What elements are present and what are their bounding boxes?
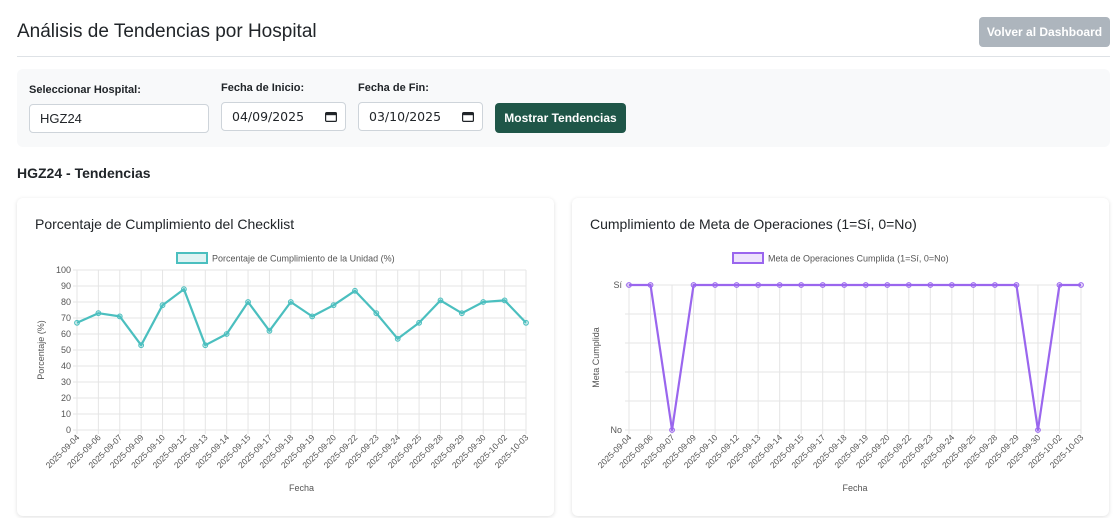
y-tick-label: 80	[61, 297, 71, 307]
checklist-chart-card: Porcentaje de Cumplimiento del Checklist…	[17, 198, 554, 516]
end-date-value: 03/10/2025	[369, 109, 442, 124]
data-point	[798, 282, 805, 288]
y-tick-label: 30	[61, 377, 71, 387]
end-date-label: Fecha de Fin:	[358, 82, 429, 94]
data-point	[1078, 282, 1084, 288]
start-date-label: Fecha de Inicio:	[221, 82, 305, 94]
data-point	[523, 319, 529, 326]
y-tick-label: 60	[61, 329, 71, 339]
data-point	[458, 310, 465, 317]
legend-label: Meta de Operaciones Cumplida (1=Sí, 0=No…	[768, 254, 949, 264]
data-point	[819, 282, 826, 288]
data-point	[1056, 282, 1063, 288]
y-tick-label: 100	[56, 265, 71, 275]
data-point	[74, 319, 80, 326]
data-point	[416, 319, 422, 326]
data-point	[138, 342, 145, 349]
data-point	[626, 282, 632, 288]
data-point	[647, 282, 654, 288]
series-line	[629, 283, 1081, 432]
y-axis-title: Meta Cumplida	[591, 327, 601, 388]
calendar-icon[interactable]	[325, 111, 337, 122]
data-point	[394, 335, 401, 342]
data-point	[1035, 427, 1041, 433]
start-date-input[interactable]: 04/09/2025	[221, 102, 346, 131]
data-point	[927, 282, 934, 288]
data-point	[755, 282, 762, 288]
show-trends-button[interactable]: Mostrar Tendencias	[495, 103, 626, 133]
data-point	[884, 282, 891, 288]
y-tick-label: 0	[66, 425, 71, 435]
x-axis-title: Fecha	[842, 483, 867, 493]
data-point	[501, 297, 508, 304]
data-point	[309, 313, 316, 320]
data-point	[669, 427, 675, 433]
data-point	[245, 299, 251, 305]
data-point	[437, 297, 444, 304]
data-point	[116, 313, 123, 320]
start-date-value: 04/09/2025	[232, 109, 305, 124]
data-point	[690, 282, 697, 288]
data-point	[223, 331, 230, 337]
data-point	[905, 282, 912, 288]
data-point	[1013, 282, 1020, 288]
chart-legend: Meta de Operaciones Cumplida (1=Sí, 0=No…	[732, 252, 949, 264]
y-tick-label: 40	[61, 361, 71, 371]
y-tick-label: No	[610, 425, 622, 435]
data-point	[287, 299, 294, 305]
data-point	[733, 282, 740, 288]
data-point	[841, 282, 848, 288]
data-point	[181, 286, 187, 293]
hospital-input[interactable]: HGZ24	[29, 104, 209, 133]
y-tick-label: 20	[61, 393, 71, 403]
series-line	[76, 288, 527, 347]
data-point	[862, 282, 869, 288]
hospital-input-value: HGZ24	[40, 111, 82, 126]
y-axis-title: Porcentaje (%)	[36, 320, 46, 380]
data-point	[352, 287, 358, 294]
filter-panel: Seleccionar Hospital: HGZ24 Fecha de Ini…	[17, 69, 1110, 147]
operations-chart: Meta de Operaciones Cumplida (1=Sí, 0=No…	[591, 252, 1086, 493]
hospital-label: Seleccionar Hospital:	[29, 84, 141, 96]
data-point	[202, 342, 209, 349]
x-axis-title: Fecha	[289, 483, 314, 493]
data-point	[373, 310, 380, 317]
page-title: Análisis de Tendencias por Hospital	[17, 21, 317, 42]
section-title: HGZ24 - Tendencias	[17, 165, 151, 181]
legend-label: Porcentaje de Cumplimiento de la Unidad …	[212, 254, 395, 264]
checklist-chart: Porcentaje de Cumplimiento de la Unidad …	[36, 252, 531, 493]
calendar-icon[interactable]	[462, 111, 474, 122]
y-tick-label: 90	[61, 281, 71, 291]
y-tick-label: 50	[61, 345, 71, 355]
y-tick-label: 70	[61, 313, 71, 323]
data-point	[266, 327, 273, 334]
end-date-input[interactable]: 03/10/2025	[358, 102, 483, 131]
y-tick-label: 10	[61, 409, 71, 419]
data-point	[712, 282, 718, 288]
data-point	[159, 302, 166, 309]
page-header: Análisis de Tendencias por Hospital Volv…	[17, 0, 1110, 57]
data-point	[95, 310, 102, 317]
data-point	[776, 282, 783, 288]
data-point	[948, 282, 955, 288]
data-point	[992, 282, 998, 288]
data-point	[330, 302, 337, 309]
data-point	[480, 299, 487, 305]
back-to-dashboard-button[interactable]: Volver al Dashboard	[979, 17, 1110, 47]
chart-legend: Porcentaje de Cumplimiento de la Unidad …	[176, 252, 395, 264]
operations-chart-card: Cumplimiento de Meta de Operaciones (1=S…	[572, 198, 1109, 516]
y-tick-label: Sí	[613, 280, 622, 290]
legend-swatch	[176, 252, 208, 264]
data-point	[970, 282, 977, 288]
legend-swatch	[732, 252, 764, 264]
